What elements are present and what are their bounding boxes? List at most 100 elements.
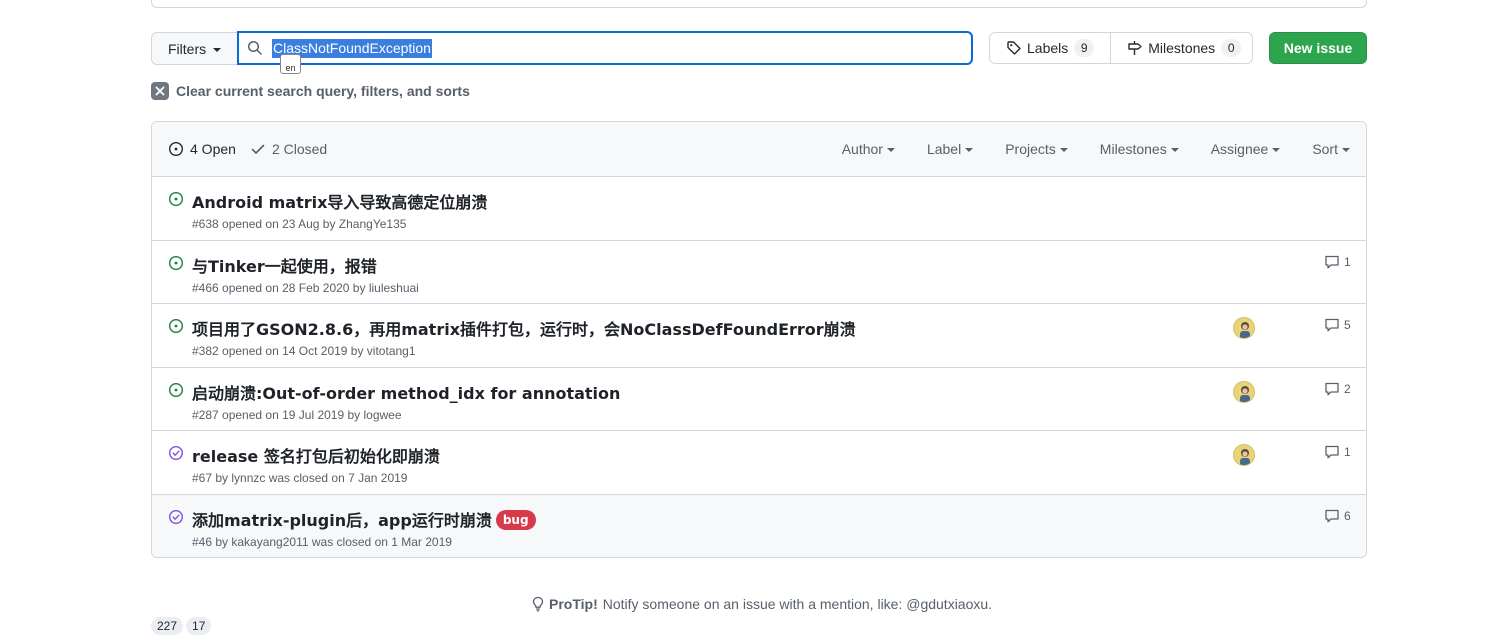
issue-search-input[interactable]: ClassNotFoundException bbox=[237, 31, 973, 65]
comments-link[interactable]: 6 bbox=[1324, 508, 1351, 524]
issue-title-link[interactable]: release 签名打包后初始化即崩溃 bbox=[192, 443, 440, 467]
search-icon bbox=[247, 40, 262, 55]
issue-meta: #287 opened on 19 Jul 2019 by logwee bbox=[192, 407, 402, 422]
ime-indicator-label: en bbox=[285, 63, 296, 73]
issue-title-link[interactable]: Android matrix导入导致高德定位崩溃 bbox=[192, 189, 487, 213]
assignee-filter[interactable]: Assignee bbox=[1211, 141, 1281, 157]
comments-count: 2 bbox=[1344, 381, 1351, 396]
issue-meta: #382 opened on 14 Oct 2019 by vitotang1 bbox=[192, 344, 416, 358]
issue-row[interactable]: 与Tinker一起使用，报错 #466 opened on 28 Feb 2020… bbox=[152, 241, 1366, 304]
protip: ProTip! Notify someone on an issue with … bbox=[530, 596, 992, 612]
closed-issues-tab[interactable]: 2 Closed bbox=[250, 141, 327, 157]
milestones-filter-label: Milestones bbox=[1099, 141, 1167, 157]
issue-title-link[interactable]: 启动崩溃:Out-of-order method_idx for annotat… bbox=[192, 380, 620, 404]
issue-closed-icon bbox=[168, 509, 184, 524]
issue-meta: #67 by lynnzc was closed on 7 Jan 2019 bbox=[192, 471, 408, 485]
issue-title-link[interactable]: 项目用了GSON2.8.6，再用matrix插件打包，运行时，会NoClassD… bbox=[192, 316, 856, 340]
issue-open-icon bbox=[168, 318, 184, 334]
clear-search-link[interactable]: Clear current search query, filters, and… bbox=[151, 82, 470, 100]
issue-closed-icon bbox=[168, 445, 184, 461]
counter-badge: 227 bbox=[151, 617, 184, 635]
milestones-count: 0 bbox=[1221, 39, 1242, 57]
labels-button[interactable]: Labels 9 bbox=[990, 33, 1110, 63]
comment-icon bbox=[1325, 509, 1339, 522]
caret-down-icon bbox=[886, 148, 895, 152]
close-icon bbox=[151, 82, 169, 100]
label-filter[interactable]: Label bbox=[926, 141, 974, 157]
issue-open-icon bbox=[168, 141, 184, 157]
comments-link[interactable]: 2 bbox=[1324, 381, 1351, 397]
caret-down-icon bbox=[1342, 148, 1350, 152]
comment-icon bbox=[1325, 445, 1339, 459]
issue-title-link[interactable]: 添加matrix-plugin后，app运行时崩溃 bug bbox=[192, 507, 536, 531]
sort-filter-label: Sort bbox=[1312, 141, 1338, 157]
issue-meta: #466 opened on 28 Feb 2020 by liuleshuai bbox=[192, 280, 419, 295]
filters-dropdown-button[interactable]: Filters bbox=[151, 32, 238, 65]
caret-down-icon bbox=[213, 47, 222, 52]
milestones-filter[interactable]: Milestones bbox=[1100, 141, 1179, 157]
bottom-counters: 227 17 bbox=[151, 617, 214, 635]
labels-label: Labels bbox=[1027, 40, 1069, 56]
comments-link[interactable]: 1 bbox=[1324, 444, 1351, 460]
issue-meta: #638 opened on 23 Aug by ZhangYe135 bbox=[192, 217, 407, 231]
issue-label-badge[interactable]: bug bbox=[495, 509, 536, 530]
milestones-label: Milestones bbox=[1148, 40, 1216, 56]
comments-count: 5 bbox=[1344, 318, 1351, 332]
assignee-filter-label: Assignee bbox=[1210, 141, 1269, 157]
label-filter-label: Label bbox=[926, 141, 962, 157]
counter-badge: 17 bbox=[186, 617, 212, 635]
issues-filter-bar: Author Label Projects Milestones Assigne… bbox=[810, 122, 1350, 176]
comments-count: 6 bbox=[1344, 508, 1351, 523]
labels-milestones-group: Labels 9 Milestones 0 bbox=[989, 32, 1253, 64]
issue-title: 与Tinker一起使用，报错 bbox=[192, 256, 377, 276]
protip-label: ProTip! bbox=[549, 596, 598, 612]
assignee-avatar[interactable] bbox=[1233, 380, 1255, 403]
labels-count: 9 bbox=[1074, 39, 1095, 57]
issue-title: 项目用了GSON2.8.6，再用matrix插件打包，运行时，会NoClassD… bbox=[192, 320, 856, 339]
issue-title: release 签名打包后初始化即崩溃 bbox=[192, 447, 440, 466]
ime-indicator: en bbox=[280, 54, 301, 74]
assignee-avatar[interactable] bbox=[1233, 317, 1255, 339]
milestone-icon bbox=[1128, 41, 1142, 55]
comments-count: 1 bbox=[1344, 445, 1351, 459]
issues-list-header: 4 Open 2 Closed Author Label Projects Mi… bbox=[152, 122, 1366, 177]
issue-title: Android matrix导入导致高德定位崩溃 bbox=[192, 193, 488, 212]
previous-section-box bbox=[151, 0, 1367, 8]
author-filter-label: Author bbox=[841, 141, 883, 157]
issue-row[interactable]: 添加matrix-plugin后，app运行时崩溃 bug #46 by kakay… bbox=[152, 494, 1366, 557]
new-issue-button[interactable]: New issue bbox=[1269, 32, 1367, 64]
clear-search-label: Clear current search query, filters, and… bbox=[176, 83, 470, 99]
filters-label: Filters bbox=[168, 40, 207, 57]
issue-title-link[interactable]: 与Tinker一起使用，报错 bbox=[192, 253, 377, 277]
issue-title: 添加matrix-plugin后，app运行时崩溃 bbox=[192, 510, 492, 530]
author-filter[interactable]: Author bbox=[842, 141, 895, 157]
comments-link[interactable]: 1 bbox=[1324, 254, 1351, 270]
issue-open-icon bbox=[168, 255, 184, 270]
closed-issues-label: 2 Closed bbox=[271, 141, 328, 157]
issue-row[interactable]: release 签名打包后初始化即崩溃 #67 by lynnzc was clo… bbox=[152, 431, 1366, 495]
light-bulb-icon bbox=[532, 596, 544, 612]
open-issues-tab[interactable]: 4 Open bbox=[168, 141, 236, 157]
issue-title: 启动崩溃:Out-of-order method_idx for annotat… bbox=[192, 383, 621, 403]
comments-count: 1 bbox=[1344, 254, 1351, 269]
caret-down-icon bbox=[1170, 148, 1179, 152]
milestones-button[interactable]: Milestones 0 bbox=[1110, 33, 1257, 63]
comment-icon bbox=[1325, 382, 1339, 395]
issue-row[interactable]: Android matrix导入导致高德定位崩溃 #638 opened on 2… bbox=[152, 177, 1366, 241]
issue-open-icon bbox=[168, 382, 184, 397]
assignee-avatar[interactable] bbox=[1233, 444, 1255, 466]
tag-icon bbox=[1007, 41, 1021, 55]
comment-icon bbox=[1325, 255, 1339, 268]
caret-down-icon bbox=[1059, 148, 1068, 152]
sort-filter[interactable]: Sort bbox=[1312, 141, 1350, 157]
caret-down-icon bbox=[965, 148, 974, 152]
issue-meta: #46 by kakayang2011 was closed on 1 Mar … bbox=[192, 534, 452, 549]
issue-open-icon bbox=[168, 191, 184, 207]
projects-filter-label: Projects bbox=[1005, 141, 1056, 157]
projects-filter[interactable]: Projects bbox=[1005, 141, 1068, 157]
comments-link[interactable]: 5 bbox=[1324, 317, 1351, 333]
protip-text: Notify someone on an issue with a mentio… bbox=[602, 596, 993, 612]
issue-row[interactable]: 启动崩溃:Out-of-order method_idx for annotat… bbox=[152, 368, 1366, 431]
issues-list: 4 Open 2 Closed Author Label Projects Mi… bbox=[151, 121, 1367, 558]
issue-row[interactable]: 项目用了GSON2.8.6，再用matrix插件打包，运行时，会NoClassD… bbox=[152, 304, 1366, 368]
